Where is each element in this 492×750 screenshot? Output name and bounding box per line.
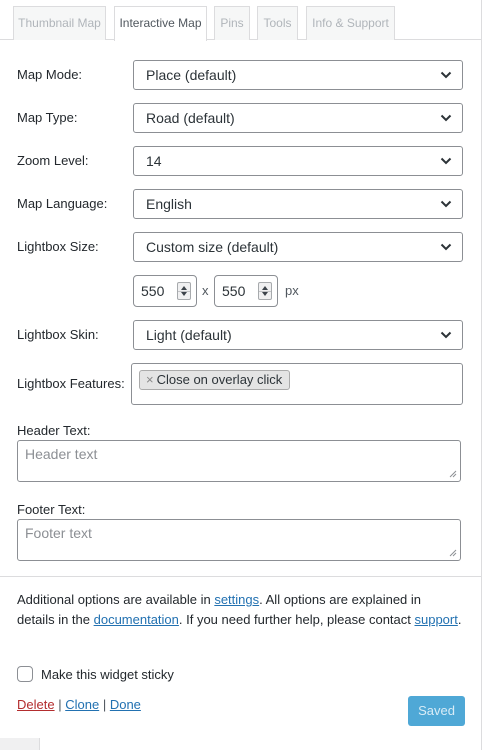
tab-interactive-map[interactable]: Interactive Map: [114, 6, 207, 41]
help-text-part: . If you need further help, please conta…: [178, 612, 415, 627]
lightbox-height-input[interactable]: 550: [214, 275, 278, 307]
height-spinner[interactable]: [258, 282, 272, 300]
clone-link[interactable]: Clone: [65, 697, 99, 712]
map-mode-label: Map Mode:: [17, 67, 83, 82]
chevron-down-icon: [440, 331, 452, 339]
map-language-label: Map Language:: [17, 196, 108, 211]
map-mode-value: Place (default): [146, 67, 237, 83]
action-separator: |: [58, 697, 62, 712]
tab-tools[interactable]: Tools: [257, 6, 298, 40]
lightbox-size-select[interactable]: Custom size (default): [133, 232, 463, 262]
done-link[interactable]: Done: [110, 697, 141, 712]
feature-tag-label: Close on overlay click: [156, 372, 283, 387]
resize-handle-icon[interactable]: [449, 549, 457, 557]
lightbox-skin-select[interactable]: Light (default): [133, 320, 463, 350]
chevron-down-icon: [440, 71, 452, 79]
tab-info-support[interactable]: Info & Support: [306, 6, 395, 40]
action-separator: |: [102, 697, 107, 712]
map-type-label: Map Type:: [17, 110, 78, 125]
header-text-placeholder: Header text: [25, 446, 98, 462]
help-text-part: .: [457, 612, 462, 627]
header-text-field[interactable]: Header text: [17, 440, 461, 482]
widget-actions: Delete | Clone | Done: [17, 697, 141, 712]
tab-pins[interactable]: Pins: [214, 6, 250, 40]
footer-text-field[interactable]: Footer text: [17, 519, 461, 561]
zoom-level-select[interactable]: 14: [133, 146, 463, 176]
lightbox-height-value: 550: [222, 283, 246, 299]
settings-link[interactable]: settings: [214, 592, 259, 607]
resize-handle-icon[interactable]: [449, 470, 457, 478]
zoom-level-label: Zoom Level:: [17, 153, 89, 168]
lightbox-width-value: 550: [141, 283, 165, 299]
save-button[interactable]: Saved: [408, 696, 465, 726]
map-type-value: Road (default): [146, 110, 235, 126]
section-divider: [0, 576, 482, 577]
support-link[interactable]: support: [414, 612, 457, 627]
width-spinner[interactable]: [177, 282, 191, 300]
map-language-select[interactable]: English: [133, 189, 463, 219]
chevron-down-icon: [440, 200, 452, 208]
footer-text-placeholder: Footer text: [25, 525, 92, 541]
sticky-label[interactable]: Make this widget sticky: [41, 667, 174, 682]
lightbox-skin-value: Light (default): [146, 327, 232, 343]
delete-link[interactable]: Delete: [17, 697, 55, 712]
footer-text-label: Footer Text:: [17, 502, 86, 517]
tab-bar: Thumbnail Map Interactive Map Pins Tools…: [0, 0, 482, 41]
sidebar-edge: [0, 738, 40, 750]
tag-remove-icon[interactable]: ×: [146, 372, 154, 387]
dims-separator: x: [202, 283, 209, 298]
sticky-checkbox[interactable]: [17, 666, 33, 682]
help-text-part: Additional options are available in: [17, 592, 215, 607]
lightbox-features-label: Lightbox Features:: [17, 376, 125, 391]
lightbox-size-value: Custom size (default): [146, 239, 279, 255]
chevron-down-icon: [440, 157, 452, 165]
tab-thumbnail-map[interactable]: Thumbnail Map: [13, 6, 106, 40]
lightbox-width-input[interactable]: 550: [133, 275, 197, 307]
map-mode-select[interactable]: Place (default): [133, 60, 463, 90]
header-text-label: Header Text:: [17, 423, 91, 438]
chevron-down-icon: [440, 243, 452, 251]
map-language-value: English: [146, 196, 192, 212]
chevron-down-icon: [440, 114, 452, 122]
widget-panel: Thumbnail Map Interactive Map Pins Tools…: [0, 0, 482, 750]
map-type-select[interactable]: Road (default): [133, 103, 463, 133]
lightbox-skin-label: Lightbox Skin:: [17, 327, 99, 342]
zoom-level-value: 14: [146, 153, 162, 169]
dims-unit: px: [285, 283, 299, 298]
lightbox-features-multiselect[interactable]: × Close on overlay click: [131, 363, 463, 405]
documentation-link[interactable]: documentation: [94, 612, 179, 627]
lightbox-size-label: Lightbox Size:: [17, 239, 99, 254]
feature-tag: × Close on overlay click: [139, 370, 291, 390]
help-text: Additional options are available in sett…: [17, 590, 462, 630]
